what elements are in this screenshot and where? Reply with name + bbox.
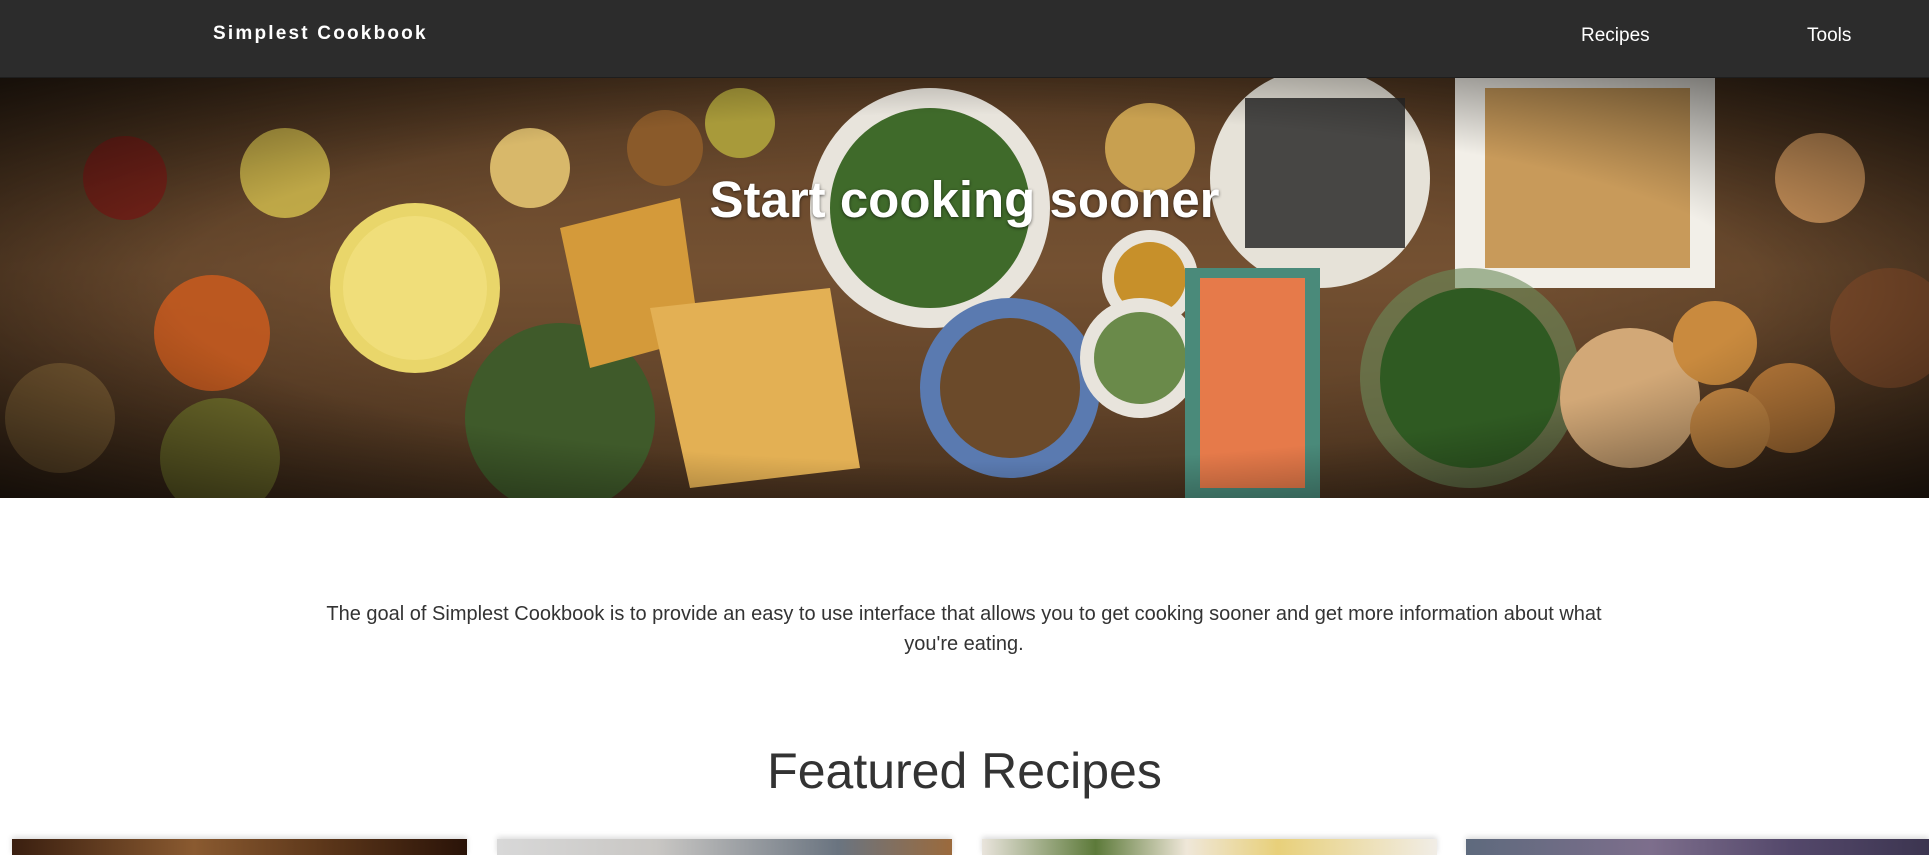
featured-recipe-card[interactable] bbox=[1466, 839, 1929, 855]
hero-background-image bbox=[0, 78, 1929, 498]
hero-banner: Start cooking sooner bbox=[0, 78, 1929, 498]
brand-logo-link[interactable]: Simplest Cookbook bbox=[213, 23, 428, 45]
nav-link-tools[interactable]: Tools bbox=[1807, 25, 1851, 47]
featured-recipe-card[interactable] bbox=[982, 839, 1437, 855]
intro-paragraph: The goal of Simplest Cookbook is to prov… bbox=[326, 603, 1602, 655]
hero-title: Start cooking sooner bbox=[709, 171, 1220, 228]
top-navbar: Simplest Cookbook Recipes Tools bbox=[0, 0, 1929, 78]
featured-recipes-heading: Featured Recipes bbox=[767, 743, 1162, 799]
featured-recipe-card[interactable] bbox=[12, 839, 467, 855]
nav-link-recipes[interactable]: Recipes bbox=[1581, 25, 1650, 47]
featured-recipe-card[interactable] bbox=[497, 839, 952, 855]
